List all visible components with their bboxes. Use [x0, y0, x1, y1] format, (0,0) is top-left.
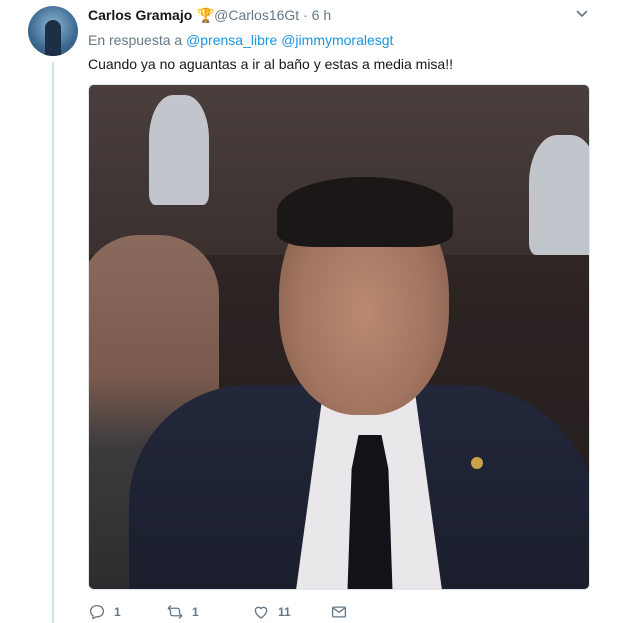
photo-tie: [347, 435, 393, 589]
retweet-icon: [167, 605, 183, 619]
photo-veiled-figure: [149, 95, 209, 205]
reply-button[interactable]: 1: [88, 603, 121, 621]
avatar-figure: [45, 20, 61, 56]
reply-prefix: En respuesta a: [88, 32, 183, 48]
direct-message-button[interactable]: [330, 603, 348, 621]
like-count: 11: [278, 605, 291, 619]
tweet-text: Cuando ya no aguantas a ir al baño y est…: [88, 56, 453, 72]
avatar[interactable]: [28, 6, 78, 56]
reply-count: 1: [114, 605, 121, 619]
heart-icon: [254, 606, 268, 619]
photo-veiled-figure: [529, 135, 589, 255]
photo-hair: [277, 177, 453, 247]
retweet-button[interactable]: 1: [166, 603, 199, 621]
envelope-icon: [331, 606, 347, 618]
photo-lapel-pin: [471, 457, 483, 469]
author-name[interactable]: Carlos Gramajo: [88, 7, 192, 23]
tweet-photo[interactable]: [88, 84, 590, 590]
thread-connector-line: [52, 62, 54, 623]
like-button[interactable]: 11: [252, 603, 291, 621]
author-handle[interactable]: @Carlos16Gt: [214, 7, 299, 23]
reply-icon: [89, 604, 105, 620]
chevron-down-icon[interactable]: [576, 8, 588, 20]
retweet-count: 1: [192, 605, 199, 619]
reply-context: En respuesta a @prensa_libre @jimmymoral…: [88, 32, 393, 48]
mention-link[interactable]: @prensa_libre: [186, 32, 277, 48]
tweet-timestamp[interactable]: 6 h: [312, 7, 331, 23]
trophy-icon: 🏆: [197, 7, 215, 23]
mention-link[interactable]: @jimmymoralesgt: [281, 32, 393, 48]
separator-dot: ·: [303, 7, 308, 23]
tweet-header: Carlos Gramajo 🏆@Carlos16Gt · 6 h: [88, 7, 331, 24]
